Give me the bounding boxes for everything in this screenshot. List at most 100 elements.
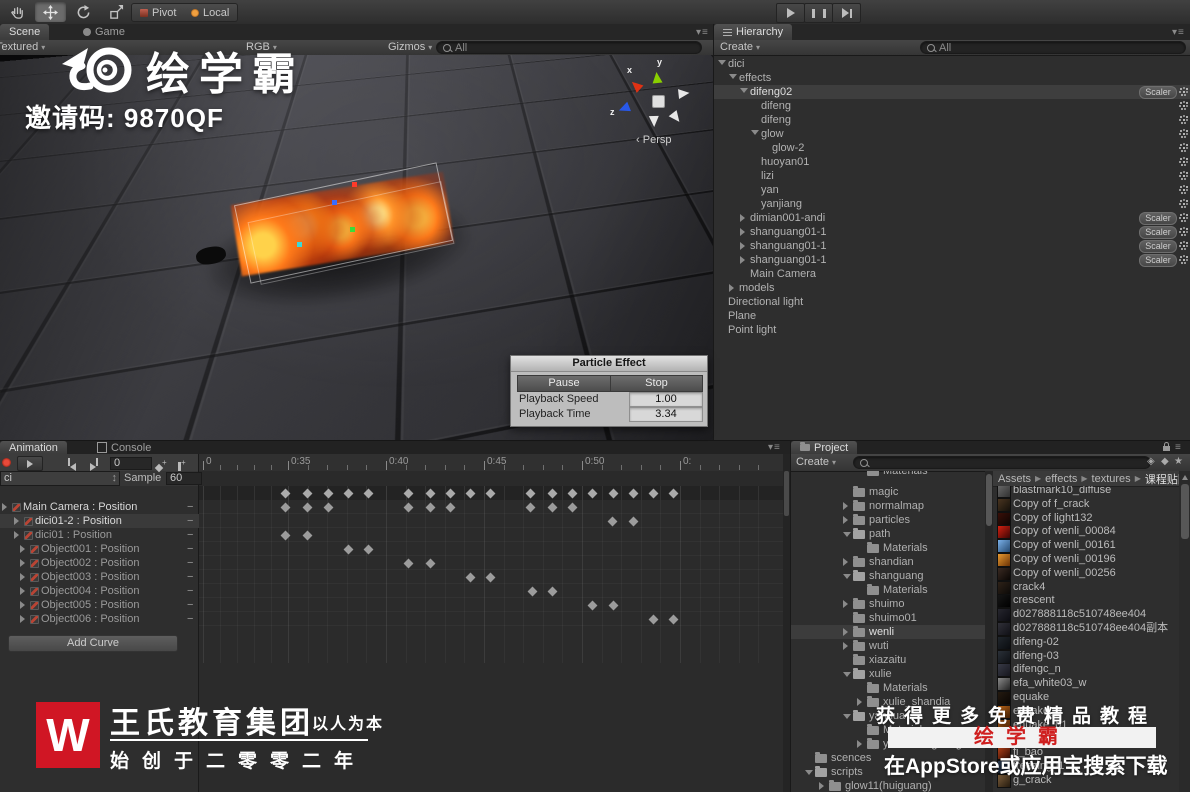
expand-arrow-icon[interactable] xyxy=(2,503,7,511)
folder-row[interactable]: shanguang xyxy=(791,569,985,583)
hierarchy-item[interactable]: difeng xyxy=(714,113,1190,127)
folder-row[interactable]: normalmap xyxy=(791,499,985,513)
scrollbar-thumb[interactable] xyxy=(784,471,789,516)
expand-arrow-icon[interactable] xyxy=(843,558,848,566)
dopesheet-scrollbar[interactable] xyxy=(783,454,790,792)
expand-arrow-icon[interactable] xyxy=(740,242,745,250)
asset-row[interactable]: Copy of wenli_00084 xyxy=(993,524,1179,540)
keyframe[interactable] xyxy=(668,614,679,625)
expand-arrow-icon[interactable] xyxy=(843,502,848,510)
gizmo-handle-cyan[interactable] xyxy=(297,242,302,247)
keyframe[interactable] xyxy=(302,530,313,541)
hand-tool-button[interactable] xyxy=(2,2,33,22)
keyframe[interactable] xyxy=(465,572,476,583)
keyframe[interactable] xyxy=(608,600,619,611)
folder-row[interactable]: shuimo01 xyxy=(791,611,985,625)
panel-menu-icon[interactable]: ≡ xyxy=(1175,442,1182,453)
animation-track[interactable]: dici01-2 : Position − xyxy=(0,514,199,528)
hierarchy-item[interactable]: huoyan01 xyxy=(714,155,1190,169)
hierarchy-item[interactable]: Plane xyxy=(714,309,1190,323)
expand-arrow-icon[interactable] xyxy=(740,214,745,222)
scaler-badge[interactable]: Scaler xyxy=(1139,254,1177,267)
expand-arrow-icon[interactable] xyxy=(751,130,759,135)
hierarchy-item[interactable]: Main Camera xyxy=(714,267,1190,281)
sample-field[interactable]: 60 xyxy=(166,472,202,485)
folder-row[interactable]: xiazaitu xyxy=(791,653,985,667)
persp-toggle[interactable]: ‹ Persp xyxy=(636,134,671,146)
gizmo-cone-white-3[interactable] xyxy=(648,115,660,128)
playback-speed-value[interactable]: 1.00 xyxy=(629,392,703,407)
folder-row[interactable]: Materials xyxy=(791,681,985,695)
keyframe[interactable] xyxy=(525,502,536,513)
y-axis-cone[interactable] xyxy=(651,71,663,84)
keyframe[interactable] xyxy=(628,516,639,527)
x-axis-cone[interactable] xyxy=(628,78,644,93)
gizmo-cube[interactable] xyxy=(652,95,665,108)
panel-menu-icon[interactable]: ▾≡ xyxy=(768,442,781,453)
track-menu-dash[interactable]: − xyxy=(187,556,193,570)
asset-row[interactable]: Copy of light132 xyxy=(993,511,1179,526)
expand-arrow-icon[interactable] xyxy=(718,60,726,65)
keyframe[interactable] xyxy=(547,502,558,513)
asset-row[interactable]: Copy of wenli_00161 xyxy=(993,538,1179,554)
hierarchy-item[interactable]: Point light xyxy=(714,323,1190,337)
track-menu-dash[interactable]: − xyxy=(187,500,193,514)
expand-arrow-icon[interactable] xyxy=(819,782,824,790)
scaler-badge[interactable]: Scaler xyxy=(1139,212,1177,225)
folder-row[interactable]: wuti xyxy=(791,639,985,653)
hierarchy-item[interactable]: difeng02 Scaler xyxy=(714,85,1190,99)
track-menu-dash[interactable]: − xyxy=(187,612,193,626)
create-dropdown[interactable]: Create ▾ xyxy=(796,456,836,468)
keyframe[interactable] xyxy=(425,502,436,513)
track-menu-dash[interactable]: − xyxy=(187,542,193,556)
expand-arrow-icon[interactable] xyxy=(20,615,25,623)
pivot-button[interactable]: Pivot xyxy=(131,3,186,22)
scaler-badge[interactable]: Scaler xyxy=(1139,86,1177,99)
scaler-badge[interactable]: Scaler xyxy=(1139,240,1177,253)
folder-row[interactable]: Materials xyxy=(791,471,985,478)
asset-row[interactable]: Copy of wenli_00256 xyxy=(993,566,1179,581)
expand-arrow-icon[interactable] xyxy=(20,559,25,567)
gizmo-cone-white-2[interactable] xyxy=(668,110,684,125)
asset-row[interactable]: difeng-02 xyxy=(993,635,1179,650)
asset-scrollbar[interactable] xyxy=(1179,471,1190,792)
expand-arrow-icon[interactable] xyxy=(843,574,851,579)
step-button[interactable] xyxy=(832,3,861,23)
create-dropdown[interactable]: Create ▾ xyxy=(720,41,760,53)
record-button[interactable] xyxy=(2,458,11,467)
panel-menu-icon[interactable]: ▾≡ xyxy=(696,27,709,38)
expand-arrow-icon[interactable] xyxy=(857,740,862,748)
tab-project[interactable]: Project xyxy=(791,441,858,454)
stop-particles-button[interactable]: Stop xyxy=(610,375,703,392)
frame-field[interactable]: 0 xyxy=(110,457,152,470)
animation-track[interactable]: Object003 : Position − xyxy=(0,570,199,584)
hierarchy-search-input[interactable]: All xyxy=(920,41,1186,54)
label-filter-icon[interactable]: ◆ xyxy=(1161,456,1169,467)
asset-row[interactable]: blastmark10_diffuse xyxy=(993,486,1179,498)
expand-arrow-icon[interactable] xyxy=(740,88,748,93)
animation-track[interactable]: Object006 : Position − xyxy=(0,612,199,626)
keyframe[interactable] xyxy=(363,544,374,555)
anim-play-button[interactable] xyxy=(17,456,43,471)
rotate-tool-button[interactable] xyxy=(68,2,99,22)
hierarchy-item[interactable]: shanguang01-1 Scaler xyxy=(714,253,1190,267)
track-menu-dash[interactable]: − xyxy=(187,528,193,542)
breadcrumb-item[interactable]: textures xyxy=(1092,473,1131,485)
asset-row[interactable]: efa_white03_w xyxy=(993,676,1179,692)
gizmo-cone-white-1[interactable] xyxy=(678,87,690,100)
keyframe[interactable] xyxy=(607,516,618,527)
hierarchy-item[interactable]: shanguang01-1 Scaler xyxy=(714,239,1190,253)
clip-dropdown[interactable]: ci ↕ xyxy=(0,471,120,486)
hierarchy-item[interactable]: dici xyxy=(714,57,1190,71)
animation-track[interactable]: Main Camera : Position − xyxy=(0,500,199,514)
asset-row[interactable]: d027888118c510748ee404 xyxy=(993,607,1179,623)
asset-row[interactable]: Copy of f_crack xyxy=(993,497,1179,512)
breadcrumb-item[interactable]: Assets xyxy=(998,473,1031,485)
track-menu-dash[interactable]: − xyxy=(187,514,193,528)
scale-tool-button[interactable] xyxy=(101,2,132,22)
z-axis-cone[interactable] xyxy=(617,101,631,116)
animation-track[interactable]: Object004 : Position − xyxy=(0,584,199,598)
pause-button[interactable] xyxy=(804,3,833,23)
expand-arrow-icon[interactable] xyxy=(729,284,734,292)
expand-arrow-icon[interactable] xyxy=(740,256,745,264)
